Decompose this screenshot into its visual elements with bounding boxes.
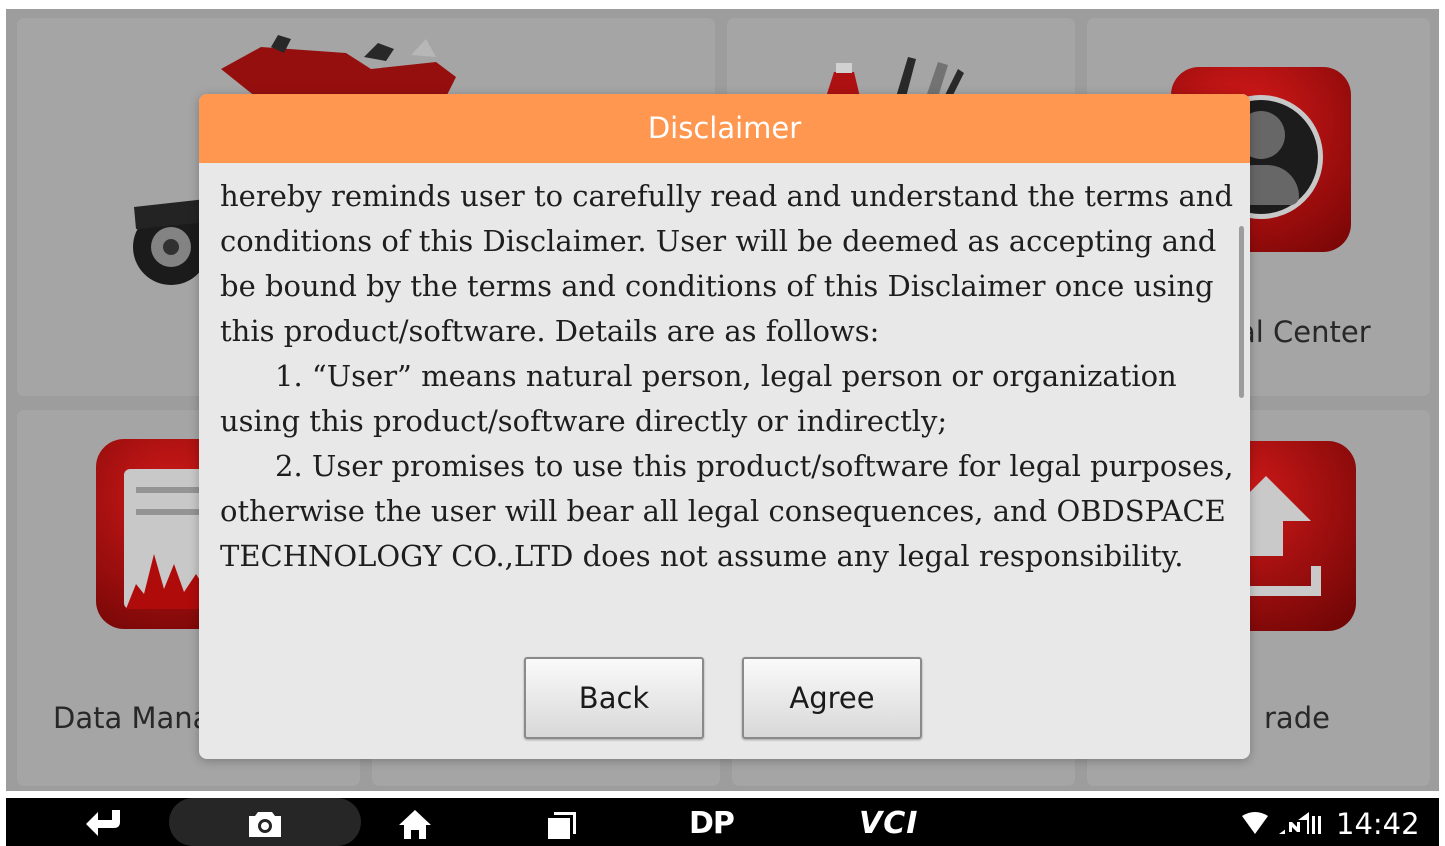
scrollbar-thumb[interactable] xyxy=(1239,226,1244,398)
agree-button[interactable]: Agree xyxy=(742,657,922,739)
vci-label[interactable]: VCI xyxy=(859,806,918,841)
camera-button[interactable] xyxy=(169,798,361,846)
disclaimer-text-scroll[interactable]: hereby reminds user to carefully read an… xyxy=(220,174,1235,639)
disclaimer-dialog: Disclaimer hereby reminds user to carefu… xyxy=(199,94,1250,759)
dp-logo[interactable]: DP xyxy=(689,806,735,841)
wifi-icon xyxy=(1242,812,1268,834)
clock: 14:42 xyxy=(1336,807,1420,841)
back-icon[interactable] xyxy=(84,808,124,838)
disclaimer-paragraph: 2. User promises to use this product/sof… xyxy=(220,449,1234,573)
disclaimer-paragraph: 1. “User” means natural person, legal pe… xyxy=(220,359,1177,438)
no-sim-icon xyxy=(1279,812,1321,834)
camera-icon xyxy=(249,812,281,837)
dialog-title: Disclaimer xyxy=(647,111,802,145)
home-icon[interactable] xyxy=(398,808,432,840)
dialog-header: Disclaimer xyxy=(199,94,1250,163)
navigation-bar: DP VCI 14:42 xyxy=(6,798,1439,846)
recent-apps-icon[interactable] xyxy=(546,810,578,840)
back-button[interactable]: Back xyxy=(524,657,704,739)
disclaimer-paragraph: hereby reminds user to carefully read an… xyxy=(220,179,1234,348)
